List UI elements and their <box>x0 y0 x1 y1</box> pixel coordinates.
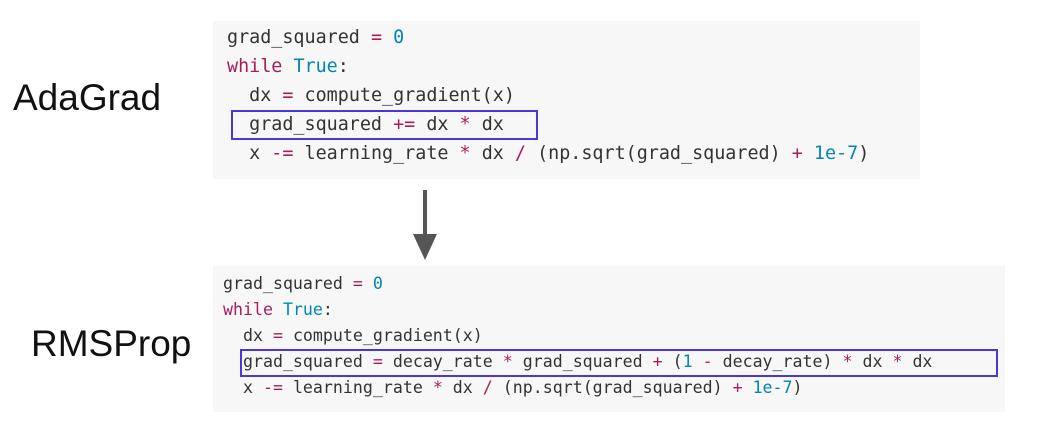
code-token: -= <box>262 378 283 397</box>
code-token: True <box>293 56 338 77</box>
code-token: dx <box>223 326 273 345</box>
code-line: grad_squared = 0 <box>227 27 405 48</box>
code-token: * <box>432 378 443 397</box>
code-token: : <box>337 56 349 77</box>
code-token: (np.sqrt(grad_squared) <box>526 143 792 164</box>
code-token: dx <box>227 85 283 106</box>
code-token: learning_rate <box>293 143 460 164</box>
code-token: True <box>282 300 323 319</box>
adagrad-label: AdaGrad <box>13 77 162 118</box>
code-token: 1e-7 <box>752 378 793 397</box>
rmsprop-label: RMSProp <box>31 323 192 364</box>
code-token: + <box>791 143 803 164</box>
code-token: + <box>732 378 743 397</box>
down-arrow-icon <box>413 190 437 260</box>
code-token: * <box>459 143 471 164</box>
code-token: x <box>223 378 263 397</box>
code-token: dx <box>442 378 483 397</box>
code-token: x <box>227 143 272 164</box>
code-line: x -= learning_rate * dx / (np.sqrt(grad_… <box>227 143 870 164</box>
code-token: while <box>227 56 283 77</box>
code-token: / <box>514 143 526 164</box>
code-token: -= <box>271 143 294 164</box>
code-line: dx = compute_gradient(x) <box>227 85 515 106</box>
code-line: dx = compute_gradient(x) <box>223 326 483 345</box>
code-token: = <box>352 274 363 293</box>
code-token: compute_gradient(x) <box>282 326 483 345</box>
rmsprop-highlight-box <box>240 349 998 377</box>
code-token: 1e-7 <box>813 143 859 164</box>
code-token: learning_rate <box>282 378 433 397</box>
code-token: = <box>282 85 294 106</box>
adagrad-highlight-box <box>231 110 538 140</box>
code-line: x -= learning_rate * dx / (np.sqrt(grad_… <box>223 378 803 397</box>
code-token: / <box>482 378 493 397</box>
code-token: ) <box>792 378 803 397</box>
code-token: 0 <box>393 27 405 48</box>
code-token: grad_squared <box>223 274 353 293</box>
code-token: dx <box>470 143 515 164</box>
adagrad-code-block: grad_squared = 0 while True: dx = comput… <box>213 21 920 179</box>
code-line: grad_squared = 0 <box>223 274 383 293</box>
code-line: while True: <box>223 300 333 319</box>
code-token: : <box>322 300 333 319</box>
code-line: while True: <box>227 56 349 77</box>
code-token: 0 <box>372 274 383 293</box>
code-token: compute_gradient(x) <box>293 85 515 106</box>
rmsprop-code-block: grad_squared = 0 while True: dx = comput… <box>213 266 1005 412</box>
code-token: = <box>272 326 283 345</box>
code-token: ) <box>858 143 870 164</box>
code-token: = <box>370 27 383 48</box>
code-token: (np.sqrt(grad_squared) <box>492 378 733 397</box>
code-token: grad_squared <box>227 27 371 48</box>
code-token: while <box>223 300 273 319</box>
